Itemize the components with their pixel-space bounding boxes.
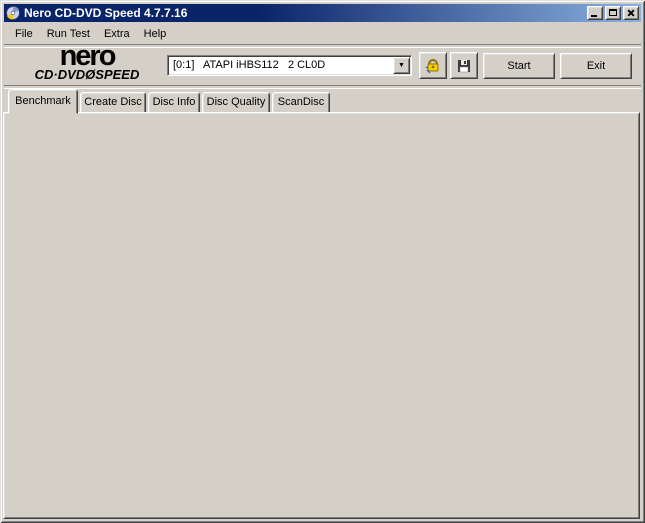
- minimize-icon: [591, 15, 597, 17]
- window-title: Nero CD-DVD Speed 4.7.7.16: [24, 6, 188, 20]
- benchmark-tab-page: [3, 112, 640, 519]
- menu-item-file[interactable]: File: [8, 26, 40, 42]
- nero-logo: nero CD·DVDØSPEED: [12, 40, 162, 84]
- tab-disc-info[interactable]: Disc Info: [148, 92, 200, 113]
- title-bar[interactable]: Nero CD-DVD Speed 4.7.7.16: [4, 4, 641, 22]
- tab-benchmark[interactable]: Benchmark: [8, 89, 78, 114]
- toolbar-separator: [4, 85, 641, 89]
- eject-icon: [425, 58, 439, 73]
- cdvdspeed-logo-word: CD·DVDØSPEED: [34, 67, 140, 82]
- menu-item-help[interactable]: Help: [137, 26, 174, 42]
- drive-select-value: [0:1] ATAPI iHBS112 2 CL0D: [173, 59, 326, 71]
- tab-create-disc[interactable]: Create Disc: [80, 92, 146, 113]
- eject-button[interactable]: [419, 52, 447, 79]
- minimize-button[interactable]: [587, 6, 603, 20]
- tab-scandisc[interactable]: ScanDisc: [272, 92, 330, 113]
- maximize-icon: [609, 9, 617, 16]
- start-button-label: Start: [507, 60, 531, 72]
- save-icon: [458, 59, 470, 72]
- chevron-down-icon: ▼: [398, 62, 405, 69]
- app-window: Nero CD-DVD Speed 4.7.7.16 File Run Test E…: [0, 0, 645, 523]
- exit-button[interactable]: Exit: [560, 53, 632, 79]
- maximize-button[interactable]: [605, 6, 621, 20]
- close-button[interactable]: [623, 6, 639, 20]
- start-button[interactable]: Start: [483, 53, 555, 79]
- drive-select[interactable]: [0:1] ATAPI iHBS112 2 CL0D ▼: [167, 55, 412, 76]
- app-disc-icon: [6, 6, 20, 20]
- tab-disc-quality[interactable]: Disc Quality: [202, 92, 270, 113]
- nero-logo-word: nero: [59, 40, 117, 72]
- drive-select-dropdown-button[interactable]: ▼: [393, 57, 410, 74]
- exit-button-label: Exit: [586, 60, 606, 72]
- save-button[interactable]: [450, 52, 478, 79]
